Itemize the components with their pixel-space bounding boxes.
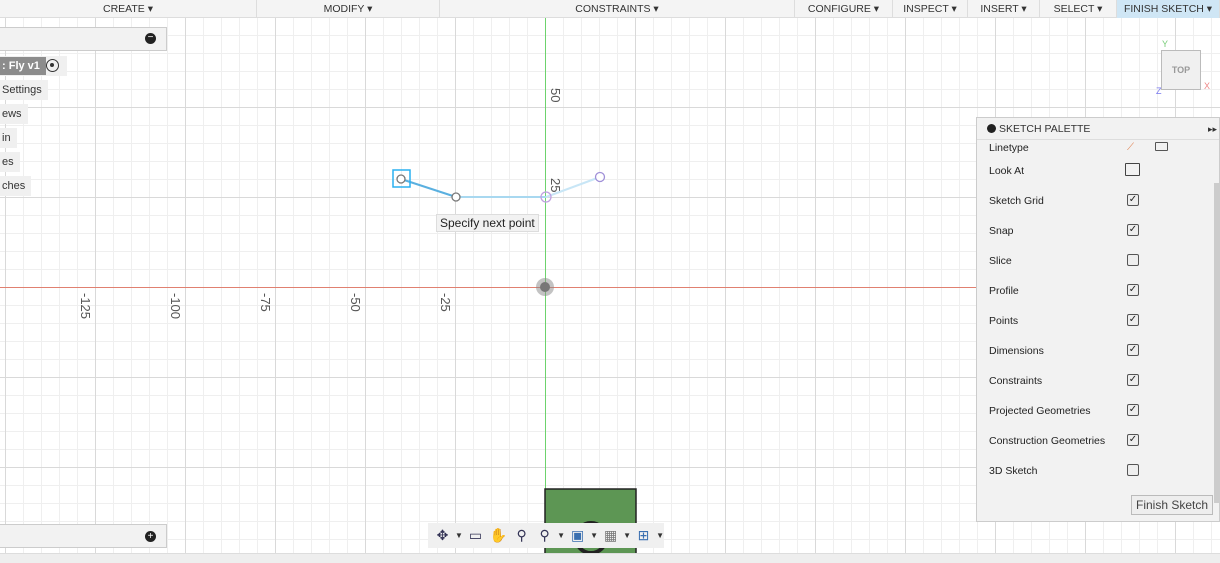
browser-item[interactable]: Settings (0, 80, 48, 100)
configure-menu[interactable]: CONFIGURE ▾ (795, 0, 893, 18)
look-at-label: Look At (989, 165, 1025, 177)
navigation-bar: ✥ ▼ ▭ ✋ ⚲ ⚲ ▼ ▣ ▼ ▦ ▼ ⊞ ▼ (428, 523, 664, 548)
sketch-palette: SKETCH PALETTE ▸▸ Linetype ⟋ Look At Ske… (976, 117, 1220, 522)
palette-option-checkbox[interactable] (1127, 254, 1139, 266)
finish-sketch-menu[interactable]: FINISH SKETCH ▾ (1117, 0, 1220, 18)
sketch-point (451, 192, 461, 202)
palette-header: SKETCH PALETTE ▸▸ (977, 118, 1219, 140)
linetype-icon[interactable]: ⟋ (1127, 142, 1134, 153)
palette-option-checkbox[interactable]: ✓ (1127, 404, 1139, 416)
display-settings-icon[interactable]: ▣ (567, 527, 588, 544)
component-name: : Fly v1 (0, 57, 46, 75)
viewports-dropdown-icon[interactable]: ▼ (656, 531, 664, 540)
linetype-label: Linetype (989, 142, 1029, 154)
palette-option-label: Construction Geometries (989, 435, 1106, 447)
browser-item[interactable]: es (0, 152, 20, 172)
orbit-dropdown-icon[interactable]: ▼ (455, 531, 463, 540)
palette-option-checkbox[interactable] (1127, 464, 1139, 476)
select-menu[interactable]: SELECT ▾ (1040, 0, 1117, 18)
collapse-icon[interactable] (987, 124, 996, 133)
palette-option-checkbox[interactable]: ✓ (1127, 314, 1139, 326)
cursor-point (594, 171, 606, 183)
origin-point-center (540, 282, 550, 292)
pan-icon[interactable]: ✋ (488, 527, 509, 544)
toolbar: CREATE ▾ MODIFY ▾ CONSTRAINTS ▾ CONFIGUR… (0, 0, 1220, 18)
sketch-point (396, 174, 406, 184)
palette-option-label: Profile (989, 285, 1019, 297)
browser-panel-header: − (0, 27, 167, 51)
finish-sketch-button[interactable]: Finish Sketch (1131, 495, 1213, 515)
activate-radio-icon[interactable] (46, 59, 59, 72)
palette-option-label: Points (989, 315, 1019, 327)
display-dropdown-icon[interactable]: ▼ (590, 531, 598, 540)
browser-item[interactable]: ches (0, 176, 32, 196)
palette-option-label: Constraints (989, 375, 1043, 387)
look-at-icon[interactable]: ▭ (465, 527, 486, 544)
palette-option-label: Sketch Grid (989, 195, 1044, 207)
sketch-line-preview (545, 176, 601, 198)
fit-dropdown-icon[interactable]: ▼ (557, 531, 565, 540)
palette-option-checkbox[interactable]: ✓ (1127, 284, 1139, 296)
status-bar (0, 553, 1220, 563)
viewcube-x: X (1204, 81, 1211, 91)
palette-option-label: Slice (989, 255, 1012, 267)
grid-icon[interactable]: ▦ (600, 527, 621, 544)
palette-scrollbar[interactable] (1214, 183, 1219, 503)
expand-icon[interactable]: + (145, 531, 156, 542)
palette-options: Linetype ⟋ Look At Sketch Grid ✓ Snap ✓ Slic… (977, 140, 1219, 500)
viewports-icon[interactable]: ⊞ (633, 527, 654, 544)
inspect-menu[interactable]: INSPECT ▾ (893, 0, 968, 18)
palette-option-label: Projected Geometries (989, 405, 1091, 417)
palette-option-label: Dimensions (989, 345, 1044, 357)
insert-menu[interactable]: INSERT ▾ (968, 0, 1040, 18)
palette-option-label: 3D Sketch (989, 465, 1038, 477)
viewcube[interactable]: TOP (1161, 50, 1201, 90)
palette-option-label: Snap (989, 225, 1014, 237)
palette-option-checkbox[interactable]: ✓ (1127, 374, 1139, 386)
palette-option-checkbox[interactable]: ✓ (1127, 224, 1139, 236)
palette-title: SKETCH PALETTE (999, 123, 1091, 135)
grid-dropdown-icon[interactable]: ▼ (623, 531, 631, 540)
constraints-menu[interactable]: CONSTRAINTS ▾ (440, 0, 795, 18)
look-at-icon[interactable] (1125, 163, 1140, 176)
linetype-fixed-icon[interactable] (1155, 142, 1168, 151)
browser-component-row[interactable]: : Fly v1 (0, 56, 67, 76)
tooltip: Specify next point (436, 214, 539, 232)
modify-menu[interactable]: MODIFY ▾ (257, 0, 440, 18)
palette-option-checkbox[interactable]: ✓ (1127, 434, 1139, 446)
browser-item[interactable]: in (0, 128, 17, 148)
create-menu[interactable]: CREATE ▾ (0, 0, 257, 18)
orbit-icon[interactable]: ✥ (432, 527, 453, 544)
viewcube-z: Z (1156, 86, 1162, 96)
palette-option-checkbox[interactable]: ✓ (1127, 194, 1139, 206)
expand-arrows-icon[interactable]: ▸▸ (1208, 118, 1217, 140)
zoom-icon[interactable]: ⚲ (511, 527, 532, 544)
fit-icon[interactable]: ⚲ (534, 527, 555, 544)
collapse-icon[interactable]: − (145, 33, 156, 44)
viewcube-y: Y (1162, 39, 1169, 49)
browser-item[interactable]: ews (0, 104, 28, 124)
palette-option-checkbox[interactable]: ✓ (1127, 344, 1139, 356)
comments-panel: + (0, 524, 167, 548)
